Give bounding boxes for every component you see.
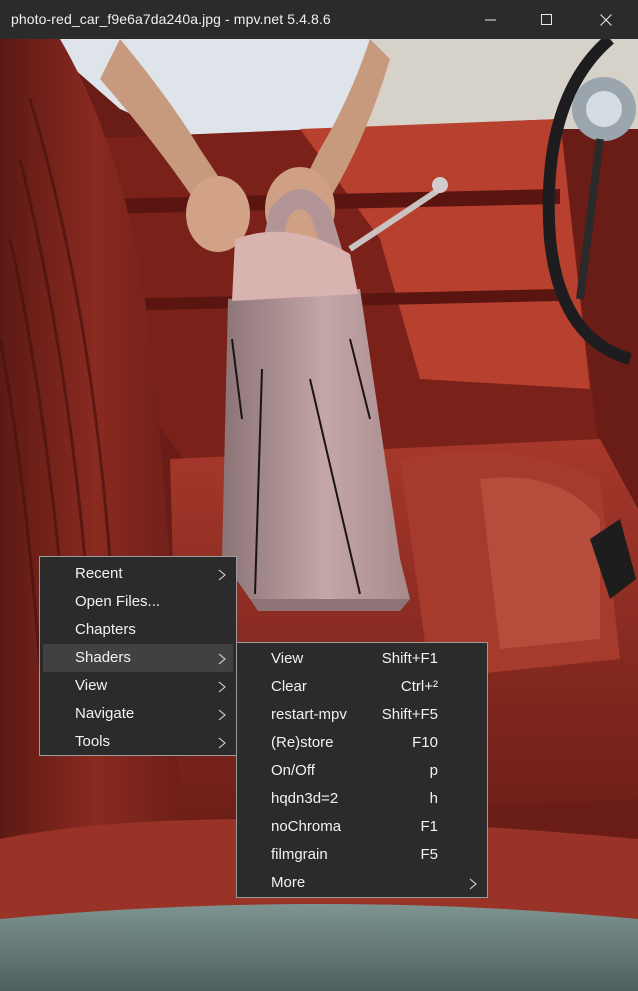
chevron-right-icon — [469, 878, 477, 890]
menu-item-shortcut: Shift+F1 — [381, 650, 438, 667]
menu-item-chapters[interactable]: Chapters — [43, 616, 233, 644]
maximize-button[interactable] — [518, 0, 576, 39]
shader-item-restart-mpv[interactable]: restart-mpv Shift+F5 — [240, 701, 484, 729]
menu-item-label: View — [75, 677, 108, 694]
menu-item-label: Chapters — [75, 621, 136, 638]
minimize-icon — [485, 19, 496, 20]
menu-item-label: Clear — [271, 678, 307, 695]
close-button[interactable] — [577, 0, 635, 39]
menu-item-shortcut: p — [429, 762, 438, 779]
menu-item-recent[interactable]: Recent — [43, 560, 233, 588]
minimize-button[interactable] — [462, 0, 520, 39]
menu-item-shaders[interactable]: Shaders — [43, 644, 233, 672]
menu-item-shortcut: F10 — [412, 734, 438, 751]
close-icon — [600, 13, 612, 26]
shader-item-hqdn3d[interactable]: hqdn3d=2 h — [240, 785, 484, 813]
title-bar: photo-red_car_f9e6a7da240a.jpg - mpv.net… — [0, 0, 638, 39]
menu-item-shortcut: h — [429, 790, 438, 807]
chevron-right-icon — [218, 681, 226, 693]
menu-item-label: Navigate — [75, 705, 135, 722]
menu-item-view[interactable]: View — [43, 672, 233, 700]
menu-item-label: On/Off — [271, 762, 315, 779]
menu-item-shortcut: F1 — [420, 818, 438, 835]
maximize-icon — [541, 13, 552, 25]
menu-item-label: Shaders — [75, 649, 131, 666]
shader-item-restore[interactable]: (Re)store F10 — [240, 729, 484, 757]
shader-item-filmgrain[interactable]: filmgrain F5 — [240, 841, 484, 869]
menu-item-label: View — [271, 650, 304, 667]
window-title: photo-red_car_f9e6a7da240a.jpg - mpv.net… — [11, 11, 331, 27]
menu-item-shortcut: Shift+F5 — [381, 706, 438, 723]
menu-item-shortcut: F5 — [420, 846, 438, 863]
shader-item-view[interactable]: View Shift+F1 — [240, 645, 484, 673]
menu-item-label: More — [271, 874, 306, 891]
shaders-submenu: View Shift+F1 Clear Ctrl+² restart-mpv S… — [236, 642, 488, 898]
shader-item-nochroma[interactable]: noChroma F1 — [240, 813, 484, 841]
chevron-right-icon — [218, 737, 226, 749]
context-menu: Recent Open Files... Chapters Shaders Vi… — [39, 556, 237, 756]
shader-item-clear[interactable]: Clear Ctrl+² — [240, 673, 484, 701]
menu-item-label: filmgrain — [271, 846, 328, 863]
chevron-right-icon — [218, 569, 226, 581]
shader-item-more[interactable]: More — [240, 869, 484, 897]
menu-item-navigate[interactable]: Navigate — [43, 700, 233, 728]
menu-item-label: hqdn3d=2 — [271, 790, 339, 807]
shader-item-on-off[interactable]: On/Off p — [240, 757, 484, 785]
menu-item-label: Tools — [75, 733, 111, 750]
chevron-right-icon — [218, 653, 226, 665]
menu-item-shortcut: Ctrl+² — [400, 678, 438, 695]
menu-item-label: Recent — [75, 565, 123, 582]
menu-item-label: Open Files... — [75, 593, 161, 610]
menu-item-label: restart-mpv — [271, 706, 347, 723]
menu-item-open-files[interactable]: Open Files... — [43, 588, 233, 616]
menu-item-tools[interactable]: Tools — [43, 728, 233, 756]
menu-item-label: noChroma — [271, 818, 342, 835]
chevron-right-icon — [218, 709, 226, 721]
menu-item-label: (Re)store — [271, 734, 334, 751]
